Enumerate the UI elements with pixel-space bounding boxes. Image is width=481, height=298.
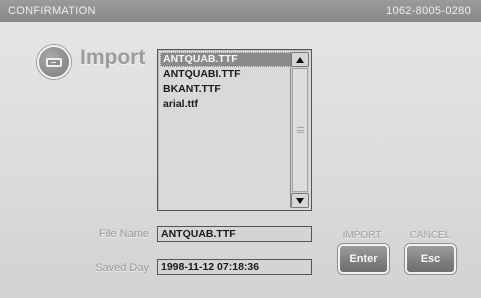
file-list[interactable]: ANTQUAB.TTF ANTQUABI.TTF BKANT.TTF arial… (157, 49, 312, 211)
scroll-thumb[interactable] (292, 68, 308, 192)
file-name-label: File Name (98, 228, 149, 240)
model-code: 1062-8005-0280 (386, 5, 471, 17)
page-title: Import (80, 46, 146, 69)
dialog-title: CONFIRMATION (8, 5, 96, 17)
cancel-caption: CANCEL (409, 230, 451, 241)
arrow-up-icon (296, 57, 304, 63)
drive-slot-icon (46, 58, 62, 67)
arrow-down-icon (296, 198, 304, 204)
file-list-item[interactable]: ANTQUAB.TTF (160, 52, 292, 67)
scroll-down-button[interactable] (291, 193, 309, 208)
grip-icon (297, 127, 304, 133)
file-list-items: ANTQUAB.TTF ANTQUABI.TTF BKANT.TTF arial… (160, 52, 292, 112)
file-name-field[interactable]: ANTQUAB.TTF (157, 226, 312, 242)
saved-day-label: Saved Day (95, 262, 149, 274)
file-list-item[interactable]: BKANT.TTF (160, 82, 292, 97)
file-list-scrollbar[interactable] (290, 52, 309, 208)
import-caption: IMPORT (342, 230, 382, 241)
file-list-item[interactable]: arial.ttf (160, 97, 292, 112)
cancel-esc-button[interactable]: Esc (405, 244, 456, 274)
file-list-item[interactable]: ANTQUABI.TTF (160, 67, 292, 82)
confirmation-dialog: CONFIRMATION 1062-8005-0280 Import ANTQU… (0, 0, 481, 298)
saved-day-field: 1998-11-12 07:18:36 (157, 259, 312, 275)
import-drive-icon (37, 45, 71, 79)
import-enter-button[interactable]: Enter (338, 244, 389, 274)
scroll-up-button[interactable] (291, 52, 309, 67)
title-bar: CONFIRMATION 1062-8005-0280 (0, 0, 481, 22)
